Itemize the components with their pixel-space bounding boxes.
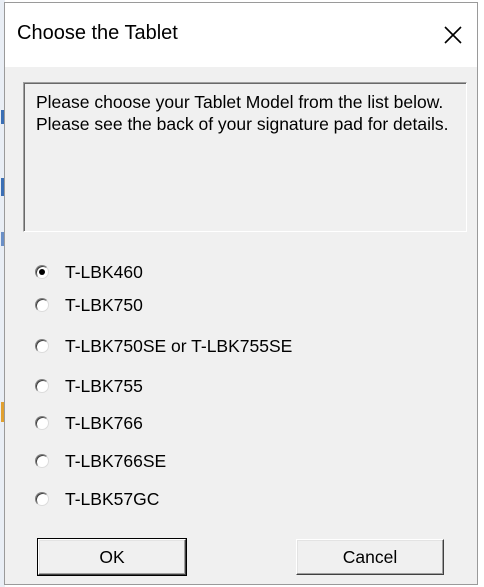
radio-button[interactable] xyxy=(35,339,49,353)
radio-label: T-LBK750SE or T-LBK755SE xyxy=(65,335,293,356)
radio-button[interactable] xyxy=(35,265,49,279)
radio-button[interactable] xyxy=(35,492,49,506)
cancel-button[interactable]: Cancel xyxy=(296,539,444,575)
radio-option-t-lbk57gc[interactable]: T-LBK57GC xyxy=(35,486,159,512)
radio-button[interactable] xyxy=(35,454,49,468)
radio-option-t-lbk460[interactable]: T-LBK460 xyxy=(35,259,143,285)
close-button[interactable] xyxy=(435,15,471,55)
radio-option-t-lbk755[interactable]: T-LBK755 xyxy=(35,373,143,399)
radio-label: T-LBK766SE xyxy=(65,450,167,471)
radio-button[interactable] xyxy=(35,298,49,312)
radio-label: T-LBK57GC xyxy=(65,488,160,509)
title-bar: Choose the Tablet xyxy=(5,3,477,67)
ok-button[interactable]: OK xyxy=(37,538,187,576)
radio-label: T-LBK766 xyxy=(65,412,143,433)
radio-option-t-lbk750[interactable]: T-LBK750 xyxy=(35,292,143,318)
description-panel: Please choose your Tablet Model from the… xyxy=(23,82,467,232)
radio-label: T-LBK460 xyxy=(65,261,143,282)
choose-tablet-dialog: Choose the Tablet Please choose your Tab… xyxy=(4,2,478,585)
radio-button[interactable] xyxy=(35,379,49,393)
radio-option-t-lbk750se[interactable]: T-LBK750SE or T-LBK755SE xyxy=(35,333,292,359)
description-text: Please choose your Tablet Model from the… xyxy=(36,92,449,134)
radio-option-t-lbk766se[interactable]: T-LBK766SE xyxy=(35,448,166,474)
radio-label: T-LBK750 xyxy=(65,294,143,315)
radio-label: T-LBK755 xyxy=(65,375,143,396)
radio-option-t-lbk766[interactable]: T-LBK766 xyxy=(35,410,143,436)
radio-button[interactable] xyxy=(35,416,49,430)
dialog-title: Choose the Tablet xyxy=(17,22,178,44)
close-icon xyxy=(444,26,462,44)
